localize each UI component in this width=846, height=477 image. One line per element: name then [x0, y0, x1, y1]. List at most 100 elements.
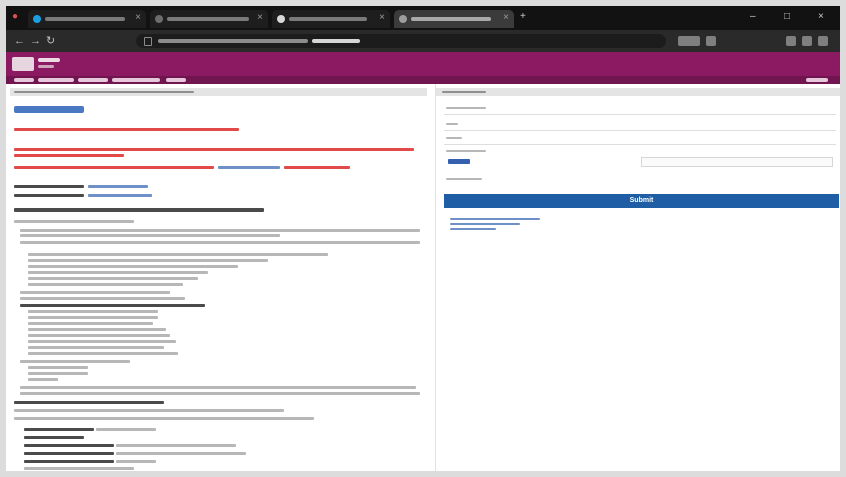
back-button[interactable]	[14, 106, 84, 113]
list-line	[28, 271, 208, 274]
tab-title-placeholder	[45, 17, 125, 21]
form-field[interactable]	[444, 104, 836, 115]
lock-icon	[144, 37, 152, 46]
screen: ● × × × × + – □ × ← → ↻ Submit	[6, 6, 840, 471]
tab-favicon-icon	[277, 15, 285, 23]
back-arrow-icon[interactable]: ←	[14, 35, 25, 47]
selected-option[interactable]	[448, 159, 470, 164]
alert-link[interactable]	[218, 166, 280, 169]
window-maximize-icon[interactable]: □	[784, 11, 790, 23]
list-line	[20, 386, 416, 389]
profile-icon[interactable]	[802, 36, 812, 46]
panel-header	[436, 88, 840, 96]
nav-item[interactable]	[78, 78, 108, 82]
form-field[interactable]	[444, 134, 836, 145]
list-line	[28, 310, 158, 313]
text-line	[14, 409, 284, 412]
nav-item-right[interactable]	[806, 78, 828, 82]
nav-item[interactable]	[14, 78, 34, 82]
extension-icon[interactable]	[678, 36, 700, 46]
text-line	[116, 460, 156, 463]
browser-tab-1[interactable]: ×	[28, 10, 146, 28]
new-tab-plus-icon[interactable]: +	[520, 11, 526, 23]
text-line	[14, 194, 84, 197]
list-line	[20, 241, 420, 244]
browser-tab-2[interactable]: ×	[150, 10, 268, 28]
list-line	[28, 328, 166, 331]
help-link[interactable]	[450, 223, 520, 225]
bold-item-line	[24, 436, 84, 439]
right-form-pane: Submit	[435, 84, 840, 471]
list-line	[28, 366, 88, 369]
tab-favicon-icon	[33, 15, 41, 23]
list-line	[28, 372, 88, 375]
field-label-placeholder	[446, 178, 482, 180]
section-heading	[14, 208, 264, 212]
tab-close-icon[interactable]: ×	[379, 12, 385, 24]
browser-tab-3[interactable]: ×	[272, 10, 390, 28]
list-line	[20, 392, 420, 395]
submit-button[interactable]: Submit	[444, 194, 839, 208]
field-label-placeholder	[446, 107, 486, 109]
text-line	[96, 428, 156, 431]
field-label-placeholder	[446, 137, 462, 139]
subheading-line	[14, 401, 164, 404]
reload-icon[interactable]: ↻	[46, 35, 55, 47]
text-line	[24, 467, 134, 470]
tab-close-icon[interactable]: ×	[135, 12, 141, 24]
left-content-pane	[6, 84, 431, 471]
help-link[interactable]	[450, 228, 496, 230]
list-line	[28, 253, 328, 256]
doc-link[interactable]	[88, 194, 152, 197]
list-line	[28, 352, 178, 355]
list-line	[20, 360, 130, 363]
tab-favicon-icon	[155, 15, 163, 23]
alert-line	[14, 128, 239, 131]
nav-item[interactable]	[38, 78, 74, 82]
extensions-puzzle-icon[interactable]	[786, 36, 796, 46]
list-line	[20, 291, 170, 294]
nav-item[interactable]	[112, 78, 160, 82]
app-subtitle-placeholder	[38, 65, 54, 68]
browser-tab-active[interactable]: ×	[394, 10, 514, 28]
app-logo	[12, 57, 34, 71]
menu-icon[interactable]	[818, 36, 828, 46]
field-label-placeholder	[446, 123, 458, 125]
list-line	[28, 259, 268, 262]
tab-close-icon[interactable]: ×	[257, 12, 263, 24]
app-header	[6, 52, 840, 76]
list-line	[28, 334, 170, 337]
alert-line	[14, 166, 214, 169]
bold-item-line	[24, 452, 114, 455]
form-field[interactable]	[444, 120, 836, 131]
text-line	[14, 220, 134, 223]
url-field[interactable]	[136, 34, 666, 48]
list-line	[20, 297, 185, 300]
browser-close-icon[interactable]: ●	[12, 11, 18, 23]
list-line	[28, 378, 58, 381]
list-line	[28, 340, 176, 343]
list-line	[28, 322, 153, 325]
bold-item-line	[24, 460, 114, 463]
tab-title-placeholder	[289, 17, 367, 21]
window-minimize-icon[interactable]: –	[750, 11, 756, 23]
tab-title-placeholder	[167, 17, 249, 21]
doc-link[interactable]	[88, 185, 148, 188]
nav-item[interactable]	[166, 78, 186, 82]
search-input[interactable]	[641, 157, 833, 167]
bold-item-line	[24, 444, 114, 447]
bookmark-icon[interactable]	[706, 36, 716, 46]
breadcrumb-placeholder	[14, 91, 194, 93]
alert-line	[14, 148, 414, 151]
tab-favicon-icon	[399, 15, 407, 23]
url-domain-placeholder	[312, 39, 360, 43]
browser-address-bar: ← → ↻	[6, 30, 840, 52]
text-line	[14, 417, 314, 420]
help-link[interactable]	[450, 218, 540, 220]
list-line	[20, 234, 280, 237]
window-close-icon[interactable]: ×	[818, 11, 824, 23]
list-line	[28, 316, 158, 319]
list-line	[28, 277, 198, 280]
forward-arrow-icon[interactable]: →	[30, 35, 41, 47]
tab-close-icon[interactable]: ×	[503, 12, 509, 24]
